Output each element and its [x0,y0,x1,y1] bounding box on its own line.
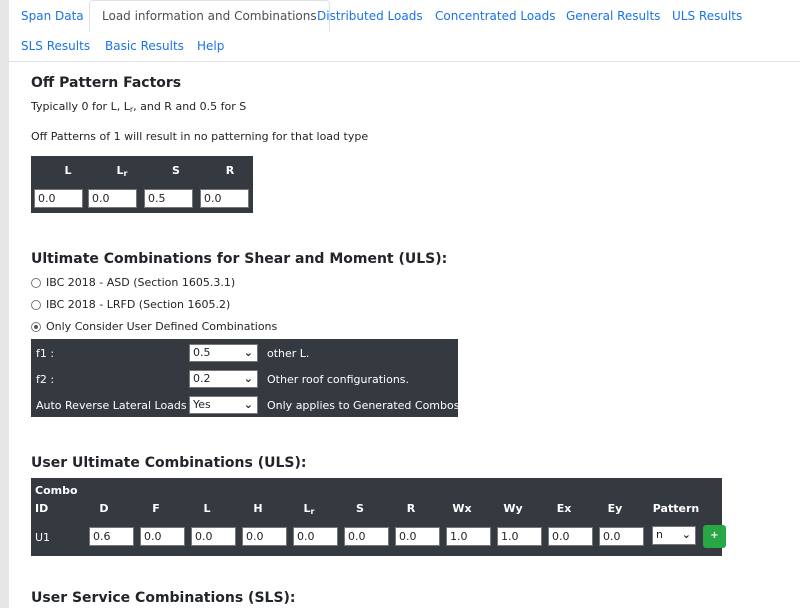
combo-h-input[interactable]: 0.0 [242,527,287,546]
radio-user-defined[interactable] [31,322,41,332]
chevron-down-icon: ⌄ [243,372,253,385]
user-uls-table: Combo ID D F L H Lr S R Wx Wy Ex Ey Patt… [31,478,726,556]
add-combination-button[interactable]: + [703,525,726,548]
combo-id-cell: U1 [35,531,51,544]
combo-l-input[interactable]: 0.0 [191,527,236,546]
header-d: D [99,502,109,515]
header-wy: Wy [503,502,523,515]
off-pattern-title: Off Pattern Factors [31,75,182,91]
combo-d-input[interactable]: 0.6 [89,527,134,546]
off-pattern-note-1: Typically 0 for L, Lr, and R and 0.5 for… [31,100,247,114]
tab-load-information[interactable]: Load information and Combinations [89,0,330,32]
tab-uls-results[interactable]: ULS Results [672,9,742,23]
header-h: H [253,502,263,515]
tab-basic-results[interactable]: Basic Results [105,39,184,53]
f1-select[interactable]: 0.5 ⌄ [189,344,258,362]
tab-distributed-loads[interactable]: Distributed Loads [317,9,423,23]
header-r: R [406,502,416,515]
header-lr: Lr [303,502,315,516]
combo-ex-input[interactable]: 0.0 [548,527,593,546]
user-uls-title: User Ultimate Combinations (ULS): [31,455,307,471]
left-gutter [0,0,9,608]
combo-f-input[interactable]: 0.0 [140,527,185,546]
uls-factors-table: f1 : 0.5 ⌄ other L. f2 : 0.2 ⌄ Other roof … [31,339,463,417]
off-pattern-l-input[interactable]: 0.0 [34,189,83,208]
header-l: L [203,502,211,515]
auto-reverse-select[interactable]: Yes ⌄ [189,396,258,414]
off-pattern-s-input[interactable]: 0.5 [144,189,193,208]
f2-label: f2 : [36,373,55,386]
header-f: F [152,502,160,515]
auto-reverse-label: Auto Reverse Lateral Loads : [36,399,194,412]
tab-help[interactable]: Help [197,39,224,53]
chevron-down-icon: ⌄ [681,528,691,541]
off-pattern-r-input[interactable]: 0.0 [200,189,249,208]
off-pattern-lr-input[interactable]: 0.0 [88,189,137,208]
tab-concentrated-loads[interactable]: Concentrated Loads [435,9,555,23]
header-r: R [225,164,235,177]
combo-pattern-select[interactable]: n ⌄ [652,526,696,545]
radio-asd-label: IBC 2018 - ASD (Section 1605.3.1) [46,276,236,289]
radio-asd[interactable] [31,278,41,288]
off-pattern-note-2: Off Patterns of 1 will result in no patt… [31,130,369,143]
header-id: ID [35,502,49,515]
header-s: S [172,164,180,177]
radio-user-defined-label: Only Consider User Defined Combinations [46,320,278,333]
combo-r-input[interactable]: 0.0 [395,527,440,546]
header-combo: Combo [35,484,78,497]
tab-bar: Span Data Load information and Combinati… [9,0,800,62]
tab-span-data[interactable]: Span Data [21,9,84,23]
header-ex: Ex [556,502,572,515]
header-ey: Ey [607,502,623,515]
header-s: S [356,502,364,515]
f2-note: Other roof configurations. [267,373,410,386]
tab-general-results[interactable]: General Results [566,9,660,23]
tab-sls-results[interactable]: SLS Results [21,39,90,53]
combo-lr-input[interactable]: 0.0 [293,527,338,546]
off-pattern-table: L Lr S R 0.0 0.0 0.5 0.0 [31,156,253,213]
chevron-down-icon: ⌄ [243,398,253,411]
f1-label: f1 : [36,347,55,360]
header-pattern: Pattern [652,502,700,515]
page: Span Data Load information and Combinati… [9,0,800,608]
uls-title: Ultimate Combinations for Shear and Mome… [31,251,448,267]
auto-reverse-note: Only applies to Generated Combos. [267,399,463,412]
radio-lrfd[interactable] [31,300,41,310]
radio-lrfd-label: IBC 2018 - LRFD (Section 1605.2) [46,298,231,311]
combo-s-input[interactable]: 0.0 [344,527,389,546]
header-wx: Wx [452,502,472,515]
chevron-down-icon: ⌄ [243,346,253,359]
combo-wx-input[interactable]: 1.0 [446,527,491,546]
combo-wy-input[interactable]: 1.0 [497,527,542,546]
sls-title: User Service Combinations (SLS): [31,590,296,606]
header-lr: Lr [116,164,128,178]
f1-note: other L. [267,347,310,360]
combo-ey-input[interactable]: 0.0 [599,527,644,546]
header-l: L [64,164,72,177]
f2-select[interactable]: 0.2 ⌄ [189,370,258,388]
